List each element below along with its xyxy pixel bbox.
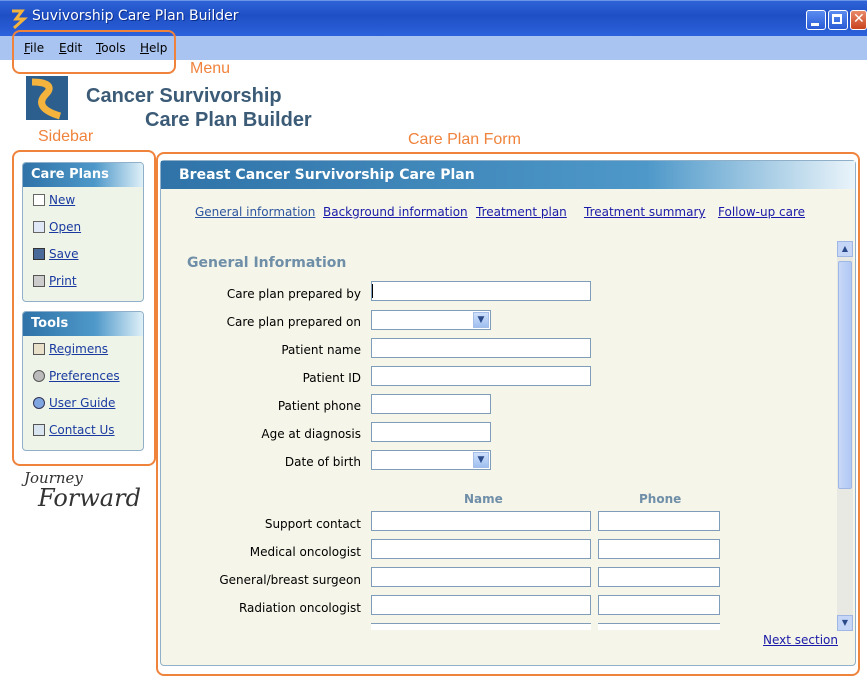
scroll-down-icon[interactable]: ▼ [837,615,853,631]
journey-forward-logo: Journey Forward [24,468,141,512]
tab-background-information[interactable]: Background information [323,205,468,219]
sidebar-item-label: Open [49,220,82,234]
regimens-icon [33,343,45,355]
minimize-button[interactable] [806,10,826,30]
scroll-up-icon[interactable]: ▲ [837,241,853,257]
support-contact-phone-field[interactable] [598,511,720,531]
age-at-diagnosis-field[interactable] [371,422,491,442]
contact-label: Medical oncologist [249,545,361,559]
sidebar-item-print[interactable]: Print [23,268,143,295]
chevron-down-icon[interactable]: ▼ [473,312,489,328]
field-label: Date of birth [284,455,361,469]
tools-panel: Tools Regimens Preferences User Guide Co… [22,311,144,451]
sidebar-item-label: New [49,193,76,207]
field-label: Care plan prepared by [226,287,361,301]
sidebar-annotation-label: Sidebar [38,128,94,145]
form-title: Breast Cancer Survivorship Care Plan [161,161,855,189]
open-icon [33,221,45,233]
medical-oncologist-phone-field[interactable] [598,539,720,559]
logo-line2: Care Plan Builder [145,109,312,131]
scroll-thumb[interactable] [838,261,852,489]
sidebar-item-preferences[interactable]: Preferences [23,363,143,390]
medical-oncologist-name-field[interactable] [371,539,591,559]
text-caret [372,284,373,298]
close-icon: ✕ [853,11,865,27]
sidebar-item-label: Contact Us [49,423,115,437]
window-title: Suvivorship Care Plan Builder [32,8,239,24]
sidebar-item-open[interactable]: Open [23,214,143,241]
tab-follow-up-care[interactable]: Follow-up care [718,205,805,219]
contact-label: Support contact [264,517,361,531]
field-label: Care plan prepared on [226,315,361,329]
field-label: Age at diagnosis [261,427,361,441]
date-of-birth-dropdown[interactable]: ▼ [371,450,491,470]
sidebar-item-user-guide[interactable]: User Guide [23,390,143,417]
prepared-by-field[interactable] [371,281,591,301]
sidebar-item-save[interactable]: Save [23,241,143,268]
tools-header: Tools [23,312,143,336]
support-contact-name-field[interactable] [371,511,591,531]
new-document-icon [33,194,45,206]
tab-treatment-plan[interactable]: Treatment plan [476,205,567,219]
chevron-down-icon[interactable]: ▼ [473,452,489,468]
patient-phone-field[interactable] [371,394,491,414]
sidebar-item-label: Print [49,274,77,288]
menu-annotation-label: Menu [190,60,231,77]
patient-name-field[interactable] [371,338,591,358]
tab-treatment-summary[interactable]: Treatment summary [584,205,706,219]
form-scrollbar[interactable]: ▲ ▼ [837,241,853,631]
sidebar-item-new[interactable]: New [23,187,143,214]
radiation-oncologist-phone-field[interactable] [598,595,720,615]
partial-input-row [371,623,591,630]
field-label: Patient phone [277,399,361,413]
menu-annotation-box [12,30,176,74]
partial-input-row [598,623,720,630]
next-section-link[interactable]: Next section [763,633,838,647]
tagline-line2: Forward [38,484,141,512]
user-guide-icon [33,397,45,409]
logo-icon [26,76,68,120]
maximize-icon [832,14,842,24]
radiation-oncologist-name-field[interactable] [371,595,591,615]
sidebar-item-regimens[interactable]: Regimens [23,336,143,363]
minimize-icon [811,23,819,26]
sidebar-item-label: User Guide [49,396,116,410]
logo-line1: Cancer Survivorship [86,85,282,107]
close-button[interactable]: ✕ [850,10,867,30]
care-plans-header: Care Plans [23,163,143,187]
sidebar-item-label: Regimens [49,342,109,356]
surgeon-phone-field[interactable] [598,567,720,587]
app-icon [12,9,28,29]
sidebar-item-label: Preferences [49,369,120,383]
preferences-icon [33,370,45,382]
maximize-button[interactable] [828,10,848,30]
care-plans-panel: Care Plans New Open Save Print [22,162,144,302]
save-icon [33,248,45,260]
print-icon [33,275,45,287]
column-header-phone: Phone [639,492,682,506]
sidebar-item-contact-us[interactable]: Contact Us [23,417,143,444]
contact-label: General/breast surgeon [219,573,361,587]
section-title: General Information [187,255,347,271]
field-label: Patient name [281,343,361,357]
care-plan-form: Breast Cancer Survivorship Care Plan Gen… [160,160,856,666]
prepared-on-dropdown[interactable]: ▼ [371,310,491,330]
column-header-name: Name [464,492,503,506]
sidebar-item-label: Save [49,247,79,261]
tab-general-information[interactable]: General information [195,205,315,219]
contact-icon [33,424,45,436]
app-logo-text: Cancer Survivorship Care Plan Builder [86,84,312,132]
contact-label: Radiation oncologist [238,601,361,615]
patient-id-field[interactable] [371,366,591,386]
form-annotation-label: Care Plan Form [408,131,521,148]
field-label: Patient ID [302,371,361,385]
surgeon-name-field[interactable] [371,567,591,587]
